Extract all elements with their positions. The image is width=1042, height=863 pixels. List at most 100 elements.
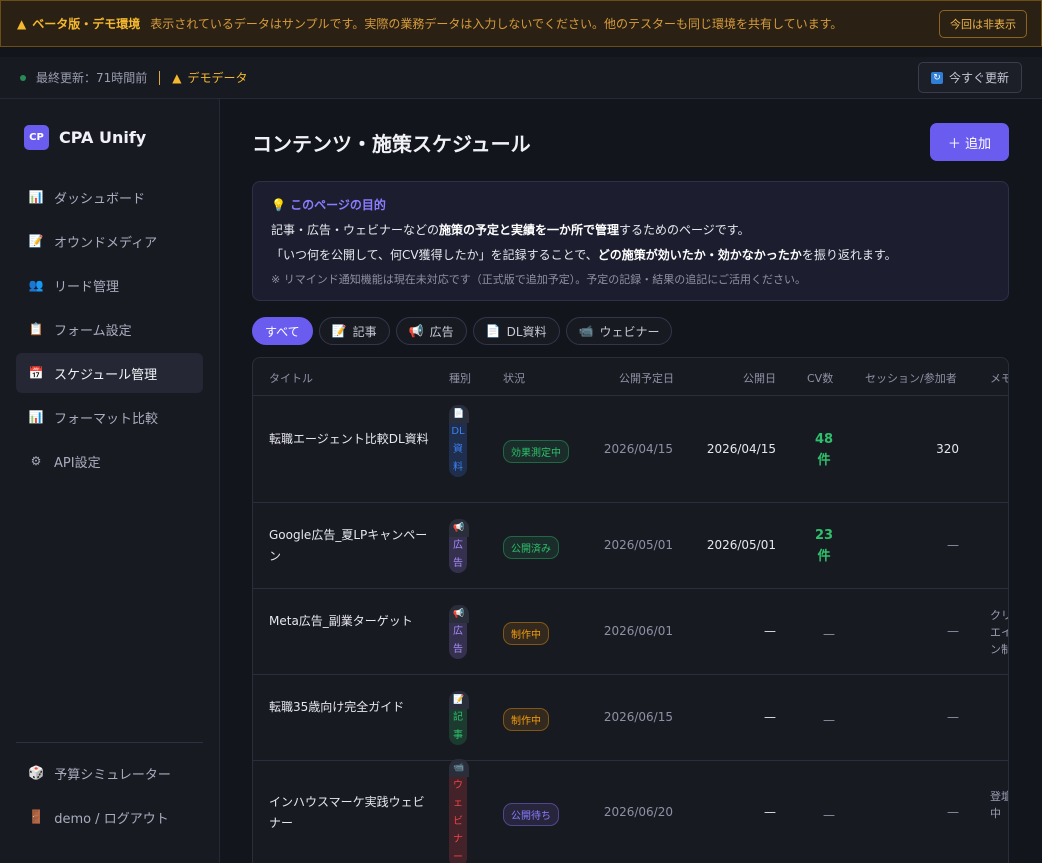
row-scheduled-date: 2026/06/15 [603,710,673,724]
sidebar-item-label: demo / ログアウト [54,811,169,827]
status-dot-icon [20,74,26,81]
filter-chip-4[interactable]: 📹 ウェビナー [565,317,673,345]
beta-banner: ▲ ベータ版・デモ環境 表示されているデータはサンプルです。実際の業務データは入… [0,0,1042,47]
row-scheduled-date: 2026/06/20 [603,805,673,819]
refresh-label: 今すぐ更新 [948,71,1009,85]
main-content: コンテンツ・施策スケジュール ＋ 追加 💡 このページの目的 記事・広告・ウェビ… [220,99,1042,863]
col-published[interactable]: 公開日 [743,370,776,386]
schedule-table: タイトル 種別 状況 公開予定日 公開日 CV数 セッション/参加者 メモ 転職… [252,357,1009,863]
filter-label: 記事 [352,324,377,339]
row-cv: — [823,808,835,822]
page-title: コンテンツ・施策スケジュール [252,132,531,156]
status-bar: 最終更新：71時間前 ▲ デモデータ ↻ 今すぐ更新 [0,57,1042,99]
purpose-text: するためのページです。 [619,223,750,237]
add-button[interactable]: ＋ 追加 [930,123,1009,161]
purpose-note: ※ リマインド通知機能は現在未対応です（正式版で追加予定）。予定の記録・結果の追… [271,273,806,286]
lightbulb-icon: 💡 [271,198,286,212]
row-type-badge: 📢 広告 [449,519,471,573]
row-scheduled-date: 2026/05/01 [603,538,673,552]
table-row[interactable]: 転職エージェント比較DL資料 📄 DL資料 効果測定中 2026/04/15 2026/0… [253,396,1008,503]
purpose-heading-text: このページの目的 [290,198,386,212]
sidebar-item-3[interactable]: 📋 フォーム設定 [16,309,203,349]
row-published-date: — [764,710,776,724]
filter-chip-0[interactable]: すべて [252,317,313,345]
row-title: Google広告_夏LPキャンペーン [269,528,428,563]
sidebar-bottom-item-0[interactable]: 🎲 予算シミュレーター [16,753,203,793]
document-icon: 📄 [449,404,469,423]
calendar-icon: 📅 [28,366,44,380]
table-body: 転職エージェント比較DL資料 📄 DL資料 効果測定中 2026/04/15 2026/0… [253,396,1008,863]
sidebar-item-4[interactable]: 📅 スケジュール管理 [16,353,203,393]
row-published-date: — [764,805,776,819]
row-published-date: 2026/05/01 [706,538,776,552]
col-type[interactable]: 種別 [449,370,471,386]
filter-label: 広告 [429,324,454,339]
sidebar-item-6[interactable]: ⚙ API設定 [16,441,203,481]
last-update-text: 最終更新：71時間前 [36,71,148,85]
status-badge: 制作中 [503,622,549,645]
row-type-label: DL資料 [449,422,467,477]
filter-chip-1[interactable]: 📝 記事 [318,317,390,345]
video-camera-icon: 📹 [449,759,469,777]
memo-icon: 📝 [28,234,44,248]
divider [159,70,161,85]
purpose-line-2: 「いつ何を公開して、何CV獲得したか」を記録することで、どの施策が効いたか・効か… [271,246,990,263]
beta-message: 表示されているデータはサンプルです。実際の業務データは入力しないでください。他の… [150,17,843,31]
col-memo[interactable]: メモ [990,370,1008,386]
beta-title: ベータ版・デモ環境 [32,17,141,31]
refresh-button[interactable]: ↻ 今すぐ更新 [917,62,1022,93]
status-badge: 公開済み [503,536,559,559]
purpose-text: を振り返れます。 [801,248,897,262]
purpose-panel: 💡 このページの目的 記事・広告・ウェビナーなどの施策の予定と実績を一か所で管理… [252,181,1009,301]
sidebar-item-0[interactable]: 📊 ダッシュボード [16,177,203,217]
table-row[interactable]: 転職35歳向け完全ガイド 📝 記事 制作中 2026/06/15 — — — [253,675,1008,761]
door-icon: 🚪 [28,809,45,825]
table-row[interactable]: Google広告_夏LPキャンペーン 📢 広告 公開済み 2026/05/01 2026/… [253,503,1008,589]
sidebar-item-label: フォーマット比較 [54,411,159,427]
row-sessions: — [947,624,959,638]
purpose-line-1: 記事・広告・ウェビナーなどの施策の予定と実績を一か所で管理するためのページです。 [271,221,990,238]
row-title: Meta広告_副業ターゲット [269,614,413,628]
row-cv: — [823,713,835,727]
sidebar-item-label: スケジュール管理 [54,367,158,383]
row-scheduled-date: 2026/04/15 [603,441,673,456]
row-published-date: — [764,624,776,638]
sidebar-item-2[interactable]: 👥 リード管理 [16,265,203,305]
hide-banner-button[interactable]: 今回は非表示 [939,9,1027,38]
sidebar-item-1[interactable]: 📝 オウンドメディア [16,221,203,261]
filter-chip-2[interactable]: 📢 広告 [395,317,467,345]
row-memo: 登壇中 [990,790,1008,820]
col-sessions[interactable]: セッション/参加者 [865,370,957,386]
row-sessions: 320 [936,441,959,456]
brand[interactable]: CP CPA Unify [24,125,146,150]
row-title: インハウスマーケ実践ウェビナー [269,795,425,830]
gear-icon: ⚙ [30,454,42,468]
bar-chart-icon: 📊 [28,410,44,424]
col-status[interactable]: 状況 [503,370,525,386]
row-published-date: 2026/04/15 [706,441,776,456]
warning-icon: ▲ [172,70,182,85]
col-cv[interactable]: CV数 [807,370,833,386]
sidebar-nav: 📊 ダッシュボード 📝 オウンドメディア 👥 リード管理 📋 フォーム設定 📅 スケジュール管理 📊… [16,177,203,485]
row-title: 転職エージェント比較DL資料 [269,431,429,446]
col-scheduled[interactable]: 公開予定日 [619,370,674,386]
purpose-text: 「いつ何を公開して、何CV獲得したか」を記録することで、 [271,248,598,262]
sidebar-item-label: フォーム設定 [54,323,132,339]
status-badge: 制作中 [503,708,549,731]
table-row[interactable]: インハウスマーケ実践ウェビナー 📹ウェビナー 公開待ち 2026/06/20 — — — 登壇… [253,759,1008,863]
col-title[interactable]: タイトル [269,370,313,386]
row-title: 転職35歳向け完全ガイド [269,700,405,714]
row-type-label: 広告 [449,623,467,659]
status-badge: 効果測定中 [503,439,569,463]
sidebar-bottom-item-1[interactable]: 🚪 demo / ログアウト [16,797,203,837]
filter-label: すべて [265,324,300,339]
sidebar-item-label: ダッシュボード [54,191,146,207]
sidebar-item-5[interactable]: 📊 フォーマット比較 [16,397,203,437]
sidebar-item-label: リード管理 [54,279,120,295]
row-scheduled-date: 2026/06/01 [603,624,673,638]
memo-icon: 📝 [331,324,347,338]
warning-icon: ▲ [17,16,27,31]
row-type-label: 広告 [449,537,467,573]
table-row[interactable]: Meta広告_副業ターゲット 📢広告 制作中 2026/06/01 — — — クリエイン制 [253,589,1008,675]
filter-chip-3[interactable]: 📄 DL資料 [472,317,560,345]
